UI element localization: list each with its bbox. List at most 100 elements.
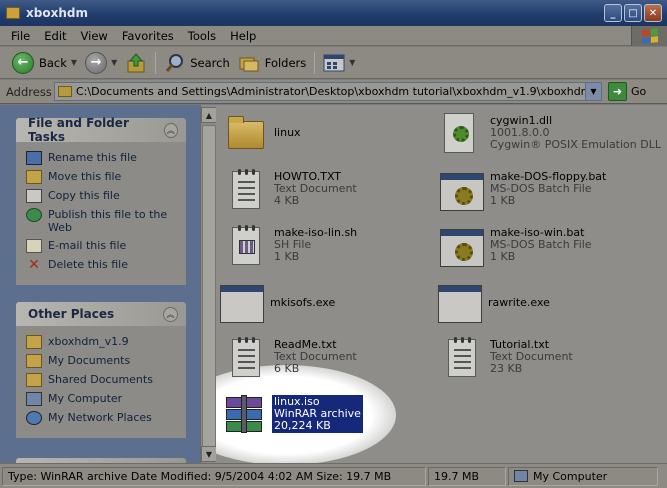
move-icon <box>26 170 42 184</box>
other-places-header[interactable]: Other Places ︽ <box>16 302 186 326</box>
place-my-documents[interactable]: My Documents <box>26 354 178 368</box>
menu-file[interactable]: File <box>4 29 37 43</box>
go-arrow-icon: ➜ <box>608 82 627 101</box>
back-button[interactable]: ← Back ▼ <box>8 49 81 77</box>
email-icon <box>26 239 42 253</box>
search-button[interactable]: Search <box>160 49 234 77</box>
place-network[interactable]: My Network Places <box>26 411 178 425</box>
sh-file-icon <box>222 223 268 269</box>
file-item[interactable]: linux <box>222 111 301 157</box>
file-item[interactable]: make-DOS-floppy.bat MS-DOS Batch File 1 … <box>438 167 606 213</box>
file-size: 23 KB <box>490 362 523 375</box>
maximize-button[interactable]: □ <box>624 4 642 22</box>
file-folder-tasks-title: File and Folder Tasks <box>28 116 129 144</box>
task-pane: File and Folder Tasks ︽ Rename this file… <box>0 105 200 463</box>
rename-icon <box>26 151 42 165</box>
file-size: 6 KB <box>274 362 300 375</box>
chevron-down-icon[interactable]: ▼ <box>71 58 77 67</box>
menu-tools[interactable]: Tools <box>181 29 223 43</box>
folder-icon <box>222 111 268 157</box>
task-label: E-mail this file <box>48 239 127 252</box>
file-size: Cygwin® POSIX Emulation DLL <box>490 138 661 151</box>
status-bar: Type: WinRAR archive Date Modified: 9/5/… <box>0 463 667 488</box>
place-label: My Computer <box>48 392 123 405</box>
file-item[interactable]: make-iso-lin.sh SH File 1 KB <box>222 223 357 269</box>
up-folder-icon <box>127 52 145 72</box>
window-title: xboxhdm <box>26 6 88 20</box>
file-item[interactable]: rawrite.exe <box>436 279 550 325</box>
file-item[interactable]: cygwin1.dll 1001.8.0.0 Cygwin® POSIX Emu… <box>438 111 661 157</box>
minimize-button[interactable]: _ <box>604 4 622 22</box>
windows-logo-icon <box>631 26 667 46</box>
task-delete[interactable]: ✕ Delete this file <box>26 258 178 272</box>
task-rename[interactable]: Rename this file <box>26 151 178 165</box>
collapse-icon[interactable]: ︽ <box>163 122 178 138</box>
file-name: rawrite.exe <box>488 296 550 309</box>
file-list: linux cygwin1.dll 1001.8.0.0 Cygwin® POS… <box>216 105 667 463</box>
file-item[interactable]: make-iso-win.bat MS-DOS Batch File 1 KB <box>438 223 592 269</box>
task-label: Publish this file to the Web <box>48 208 168 234</box>
batch-file-icon <box>438 223 484 269</box>
place-label: Shared Documents <box>48 373 153 386</box>
chevron-down-icon[interactable]: ▼ <box>111 58 117 67</box>
task-copy[interactable]: Copy this file <box>26 189 178 203</box>
collapse-icon[interactable]: ︽ <box>163 306 178 322</box>
task-publish[interactable]: Publish this file to the Web <box>26 208 178 234</box>
task-email[interactable]: E-mail this file <box>26 239 178 253</box>
folder-icon <box>58 86 72 97</box>
place-shared-documents[interactable]: Shared Documents <box>26 373 178 387</box>
status-info: Type: WinRAR archive Date Modified: 9/5/… <box>2 466 426 486</box>
forward-button[interactable]: → ▼ <box>81 49 121 77</box>
folders-button[interactable]: Folders <box>234 49 311 77</box>
computer-icon <box>26 392 42 406</box>
file-item-selected[interactable]: linux.iso WinRAR archive 20,224 KB <box>220 391 363 437</box>
file-item[interactable]: HOWTO.TXT Text Document 4 KB <box>222 167 357 213</box>
title-bar[interactable]: xboxhdm _ □ ✕ <box>0 0 667 26</box>
task-label: Delete this file <box>48 258 128 271</box>
task-label: Move this file <box>48 170 122 183</box>
scroll-up-button[interactable]: ▲ <box>201 107 217 123</box>
address-path: C:\Documents and Settings\Administrator\… <box>76 85 592 98</box>
chevron-down-icon[interactable]: ▼ <box>349 58 355 67</box>
menu-help[interactable]: Help <box>223 29 263 43</box>
task-move[interactable]: Move this file <box>26 170 178 184</box>
text-document-icon <box>222 335 268 381</box>
place-my-computer[interactable]: My Computer <box>26 392 178 406</box>
up-folder-button[interactable] <box>121 49 151 77</box>
file-size: 1 KB <box>490 250 516 263</box>
go-button[interactable]: ➜ Go <box>608 82 646 101</box>
file-item[interactable]: Tutorial.txt Text Document 23 KB <box>438 335 573 381</box>
close-button[interactable]: ✕ <box>644 4 662 22</box>
menu-favorites[interactable]: Favorites <box>115 29 181 43</box>
my-documents-icon <box>26 354 42 368</box>
other-places-title: Other Places <box>28 307 115 321</box>
folders-label: Folders <box>264 55 307 70</box>
shared-folder-icon <box>26 373 42 387</box>
file-item[interactable]: mkisofs.exe <box>218 279 335 325</box>
delete-icon: ✕ <box>28 256 40 273</box>
menu-bar: File Edit View Favorites Tools Help <box>0 26 667 46</box>
place-label: xboxhdm_v1.9 <box>48 335 129 348</box>
address-bar: Address C:\Documents and Settings\Admini… <box>0 80 667 104</box>
address-input[interactable]: C:\Documents and Settings\Administrator\… <box>54 82 602 101</box>
menu-edit[interactable]: Edit <box>37 29 73 43</box>
text-document-icon <box>222 167 268 213</box>
file-folder-tasks-header[interactable]: File and Folder Tasks ︽ <box>16 116 186 144</box>
network-icon <box>26 411 42 425</box>
file-folder-tasks-box: File and Folder Tasks ︽ Rename this file… <box>16 116 186 285</box>
place-xboxhdm[interactable]: xboxhdm_v1.9 <box>26 335 178 349</box>
chevron-down-icon[interactable]: ▼ <box>585 83 601 100</box>
menu-view[interactable]: View <box>74 29 115 43</box>
other-places-box: Other Places ︽ xboxhdm_v1.9 My Documents… <box>16 302 186 438</box>
search-icon <box>166 53 184 72</box>
views-button[interactable]: ▼ <box>319 49 359 77</box>
exe-icon <box>436 279 482 325</box>
file-size: 1 KB <box>274 250 300 263</box>
copy-icon <box>26 189 42 203</box>
scroll-down-button[interactable]: ▼ <box>201 446 217 462</box>
scroll-thumb[interactable] <box>202 125 216 453</box>
status-location-label: My Computer <box>533 469 608 483</box>
computer-icon <box>514 470 528 482</box>
file-item[interactable]: ReadMe.txt Text Document 6 KB <box>222 335 357 381</box>
vertical-scrollbar[interactable]: ▲ ▼ <box>200 105 217 463</box>
